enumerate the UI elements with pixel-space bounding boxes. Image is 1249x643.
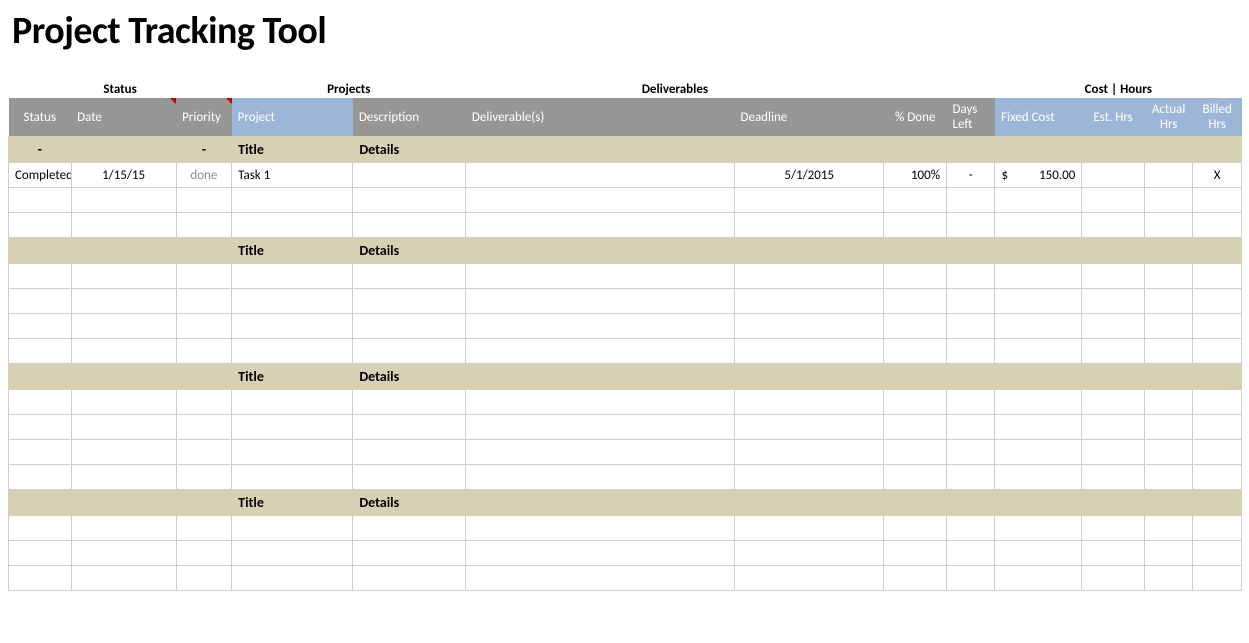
cell-project[interactable]: Task 1 <box>232 163 353 188</box>
section-details: Details <box>353 490 1242 516</box>
table-row <box>9 264 1242 289</box>
cell-status[interactable]: Completed <box>9 163 72 188</box>
col-description[interactable]: Description <box>353 98 466 137</box>
col-priority[interactable]: Priority <box>176 98 232 137</box>
col-pct-done[interactable]: % Done <box>884 98 947 137</box>
section-row: Title Details <box>9 238 1242 264</box>
section-priority-dash: - <box>176 137 232 163</box>
table-row <box>9 415 1242 440</box>
cell-est-hrs[interactable] <box>1082 163 1145 188</box>
section-details: Details <box>353 238 1242 264</box>
table-row <box>9 314 1242 339</box>
group-cost-hours: Cost | Hours <box>995 78 1242 98</box>
cell-date[interactable]: 1/15/15 <box>71 163 176 188</box>
cell-pct-done[interactable]: 100% <box>884 163 947 188</box>
column-header-row: Status Date Priority Project Description… <box>9 98 1242 137</box>
col-days-left[interactable]: Days Left <box>947 98 995 137</box>
table-row <box>9 465 1242 490</box>
section-title: Title <box>232 364 353 390</box>
tracking-table: Status Projects Deliverables Cost | Hour… <box>8 78 1242 591</box>
cell-deadline[interactable]: 5/1/2015 <box>734 163 883 188</box>
cell-days-left[interactable]: - <box>947 163 995 188</box>
section-details: Details <box>353 137 1242 163</box>
section-row: Title Details <box>9 364 1242 390</box>
section-details: Details <box>353 364 1242 390</box>
col-est-hrs[interactable]: Est. Hrs <box>1082 98 1145 137</box>
col-status[interactable]: Status <box>9 98 72 137</box>
cell-fixed-cost-sym[interactable]: $ <box>995 163 1019 188</box>
group-header-row: Status Projects Deliverables Cost | Hour… <box>9 78 1242 98</box>
table-row <box>9 390 1242 415</box>
cell-fixed-cost-val[interactable]: 150.00 <box>1019 163 1082 188</box>
section-title: Title <box>232 137 353 163</box>
table-row <box>9 188 1242 213</box>
cell-billed-hrs[interactable]: X <box>1193 163 1242 188</box>
table-row <box>9 516 1242 541</box>
cell-description[interactable] <box>353 163 466 188</box>
cell-actual-hrs[interactable] <box>1144 163 1192 188</box>
group-deliverables: Deliverables <box>466 78 884 98</box>
col-deliverables[interactable]: Deliverable(s) <box>466 98 735 137</box>
table-row <box>9 541 1242 566</box>
table-row <box>9 566 1242 591</box>
table-row <box>9 339 1242 364</box>
col-project[interactable]: Project <box>232 98 353 137</box>
col-actual-hrs[interactable]: Actual Hrs <box>1144 98 1192 137</box>
cell-deliverables[interactable] <box>466 163 735 188</box>
table-row <box>9 289 1242 314</box>
table-row <box>9 213 1242 238</box>
table-row <box>9 440 1242 465</box>
section-status-dash: - <box>9 137 72 163</box>
col-deadline[interactable]: Deadline <box>734 98 883 137</box>
group-status: Status <box>9 78 232 98</box>
section-title: Title <box>232 238 353 264</box>
page-title: Project Tracking Tool <box>12 8 1249 54</box>
table-row: Completed 1/15/15 done Task 1 5/1/2015 1… <box>9 163 1242 188</box>
section-title: Title <box>232 490 353 516</box>
col-date[interactable]: Date <box>71 98 176 137</box>
group-projects: Projects <box>232 78 466 98</box>
col-fixed-cost[interactable]: Fixed Cost <box>995 98 1082 137</box>
section-row: - - Title Details <box>9 137 1242 163</box>
section-row: Title Details <box>9 490 1242 516</box>
cell-priority[interactable]: done <box>176 163 232 188</box>
col-billed-hrs[interactable]: Billed Hrs <box>1193 98 1242 137</box>
